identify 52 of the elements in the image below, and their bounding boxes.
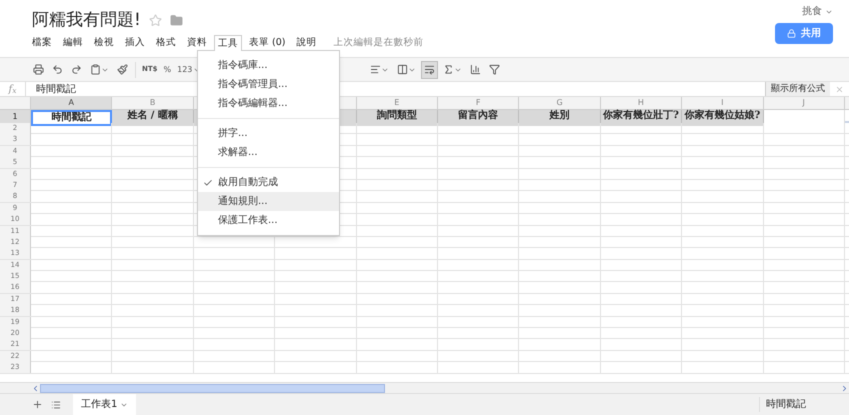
menu-item[interactable]: 求解器... <box>198 143 339 162</box>
menu-item[interactable]: 格式 <box>152 35 180 51</box>
menu-item[interactable]: 工具 <box>214 35 242 51</box>
percent-button[interactable]: % <box>162 64 174 76</box>
menu-item[interactable]: 說明 <box>292 35 320 51</box>
menu-item[interactable]: 插入 <box>121 35 149 51</box>
account-menu[interactable]: 挑食 <box>802 4 833 19</box>
menu-item[interactable]: 資料 <box>183 35 211 51</box>
paint-format-icon <box>117 64 128 75</box>
show-formulas-button[interactable]: 顯示所有公式 <box>765 82 830 96</box>
table-cell: 你家有幾位姑娘? <box>682 110 764 126</box>
fx-label: f$_{x}$ <box>7 82 18 96</box>
check-icon <box>203 178 213 188</box>
last-edit-text: 上次編輯是在數秒前 <box>333 36 424 50</box>
table-cell: 姓名 / 暱稱 <box>112 110 194 126</box>
lock-icon <box>787 29 796 38</box>
filter-icon <box>489 64 500 75</box>
wrap-text-button[interactable] <box>421 60 438 78</box>
sheet-tab[interactable]: 工作表1 <box>73 394 136 415</box>
star-icon[interactable] <box>148 14 162 26</box>
undo-icon <box>52 64 63 75</box>
menu-item[interactable]: 啟用自動完成 <box>198 173 339 192</box>
horizontal-scrollbar[interactable] <box>0 382 849 393</box>
chart-icon <box>470 64 482 75</box>
menu-item[interactable]: 通知規則... <box>198 192 339 211</box>
menu-item[interactable]: 編輯 <box>59 35 87 51</box>
merge-icon <box>397 64 408 75</box>
scroll-right-icon[interactable] <box>840 384 849 392</box>
table-cell: 詢問類型 <box>356 110 438 126</box>
clipboard-icon <box>90 64 101 75</box>
menu-item[interactable]: 檢視 <box>90 35 118 51</box>
scroll-left-icon[interactable] <box>31 384 40 392</box>
print-icon <box>33 64 44 75</box>
sum-icon <box>443 64 454 75</box>
document-title: 阿糯我有問題! <box>32 10 141 30</box>
wrap-text-icon <box>424 64 436 75</box>
status-text: 時間戳記 <box>759 397 829 412</box>
table-cell: 姓別 <box>519 110 601 126</box>
align-icon <box>370 64 382 75</box>
table-cell: 你家有幾位壯丁? <box>600 110 682 126</box>
add-sheet-icon[interactable] <box>32 399 43 410</box>
sheet-list-icon[interactable] <box>51 400 61 410</box>
menu-item[interactable]: 表單 (0) <box>245 35 290 51</box>
menu-item[interactable]: 拼字... <box>198 124 339 143</box>
table-cell: 時間戳記 <box>31 110 112 126</box>
redo-icon <box>71 64 82 75</box>
menu-item[interactable]: 檔案 <box>28 35 56 51</box>
menu-item[interactable]: 指令碼編輯器... <box>198 94 339 113</box>
column-header[interactable]: A <box>31 97 112 109</box>
table-cell: 留言內容 <box>438 110 520 126</box>
menu-item[interactable]: 指令碼庫... <box>198 56 339 75</box>
menu-item[interactable]: 保護工作表... <box>198 211 339 230</box>
